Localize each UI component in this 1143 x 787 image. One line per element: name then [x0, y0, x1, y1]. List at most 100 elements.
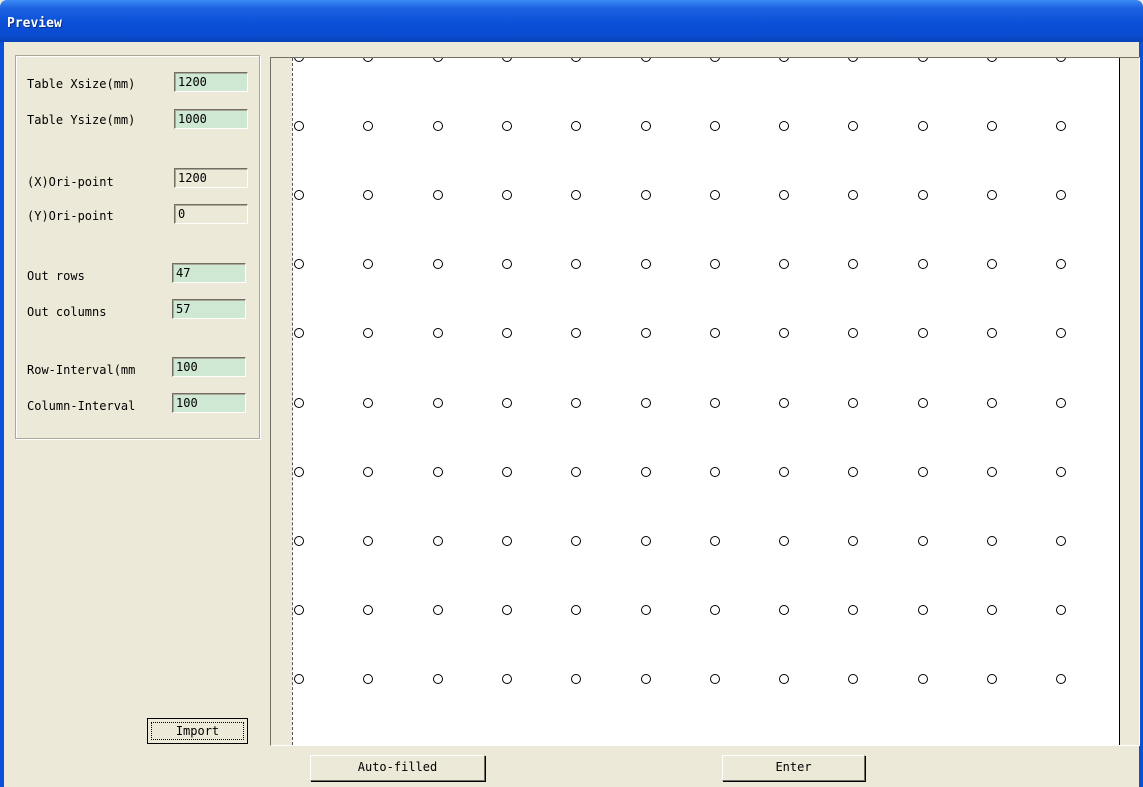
out-columns-field[interactable]: 57 — [172, 299, 246, 319]
import-button[interactable]: Import — [147, 718, 248, 744]
hole-marker — [779, 190, 790, 201]
hole-marker — [917, 673, 928, 684]
hole-marker — [779, 259, 790, 270]
hole-marker — [779, 328, 790, 339]
hole-marker — [709, 673, 720, 684]
x-ori-point-label: (X)Ori-point — [27, 175, 114, 189]
hole-marker — [848, 397, 859, 408]
hole-marker — [571, 673, 582, 684]
hole-marker — [987, 466, 997, 477]
hole-marker — [1056, 58, 1067, 62]
hole-marker — [709, 604, 720, 615]
hole-marker — [917, 259, 928, 270]
hole-marker — [363, 121, 374, 132]
hole-marker — [917, 190, 928, 201]
hole-marker — [709, 190, 720, 201]
hole-marker — [501, 466, 512, 477]
hole-marker — [848, 466, 859, 477]
hole-marker — [571, 466, 582, 477]
hole-marker — [640, 673, 651, 684]
hole-marker — [709, 466, 720, 477]
row-interval-field[interactable]: 100 — [172, 357, 246, 377]
preview-canvas[interactable] — [292, 58, 1120, 745]
hole-marker — [640, 604, 651, 615]
hole-marker — [501, 190, 512, 201]
hole-marker — [571, 58, 582, 62]
hole-marker — [294, 259, 304, 270]
hole-marker — [917, 328, 928, 339]
out-rows-field[interactable]: 47 — [172, 263, 246, 283]
hole-marker — [848, 190, 859, 201]
hole-marker — [501, 397, 512, 408]
out-rows-label: Out rows — [27, 269, 85, 283]
hole-marker — [363, 190, 374, 201]
y-ori-point-field: 0 — [174, 204, 248, 224]
hole-marker — [363, 673, 374, 684]
hole-marker — [640, 397, 651, 408]
hole-marker — [294, 328, 304, 339]
hole-marker — [709, 397, 720, 408]
enter-button[interactable]: Enter — [722, 755, 865, 781]
hole-marker — [571, 328, 582, 339]
hole-marker — [1056, 397, 1067, 408]
hole-marker — [571, 121, 582, 132]
hole-marker — [363, 604, 374, 615]
hole-marker — [987, 190, 997, 201]
hole-marker — [987, 328, 997, 339]
hole-marker — [501, 58, 512, 62]
hole-marker — [917, 535, 928, 546]
hole-marker — [432, 397, 443, 408]
hole-marker — [848, 328, 859, 339]
hole-marker — [640, 121, 651, 132]
table-xsize-field[interactable]: 1200 — [174, 72, 248, 92]
hole-marker — [779, 535, 790, 546]
hole-marker — [640, 58, 651, 62]
hole-marker — [987, 535, 997, 546]
table-ysize-field[interactable]: 1000 — [174, 109, 248, 129]
hole-marker — [432, 535, 443, 546]
hole-marker — [294, 673, 304, 684]
hole-marker — [848, 535, 859, 546]
row-interval-label: Row-Interval(mm — [27, 363, 136, 377]
hole-marker — [363, 58, 374, 62]
hole-marker — [432, 466, 443, 477]
hole-marker — [363, 328, 374, 339]
window-frame-left — [0, 42, 4, 787]
hole-marker — [501, 259, 512, 270]
column-interval-label: Column-Interval — [27, 399, 136, 413]
hole-marker — [917, 604, 928, 615]
hole-marker — [917, 58, 928, 62]
hole-marker — [571, 190, 582, 201]
title-bar: Preview — [0, 0, 1143, 42]
hole-marker — [432, 328, 443, 339]
hole-marker — [1056, 328, 1067, 339]
hole-marker — [779, 466, 790, 477]
hole-marker — [294, 604, 304, 615]
hole-marker — [709, 121, 720, 132]
hole-marker — [779, 673, 790, 684]
hole-marker — [779, 58, 790, 62]
hole-marker — [501, 604, 512, 615]
hole-marker — [571, 535, 582, 546]
hole-marker — [571, 259, 582, 270]
hole-marker — [363, 535, 374, 546]
hole-marker — [294, 466, 304, 477]
hole-marker — [432, 190, 443, 201]
hole-marker — [501, 535, 512, 546]
hole-marker — [432, 259, 443, 270]
hole-marker — [987, 604, 997, 615]
hole-marker — [432, 673, 443, 684]
auto-filled-button[interactable]: Auto-filled — [310, 755, 485, 781]
hole-marker — [432, 121, 443, 132]
import-button-label: Import — [151, 722, 244, 740]
hole-marker — [848, 121, 859, 132]
hole-marker — [432, 58, 443, 62]
hole-marker — [987, 58, 997, 62]
hole-marker — [501, 328, 512, 339]
hole-marker — [640, 190, 651, 201]
table-ysize-label: Table Ysize(mm) — [27, 113, 136, 127]
hole-marker — [779, 397, 790, 408]
column-interval-field[interactable]: 100 — [172, 393, 246, 413]
hole-marker — [987, 259, 997, 270]
hole-marker — [779, 604, 790, 615]
